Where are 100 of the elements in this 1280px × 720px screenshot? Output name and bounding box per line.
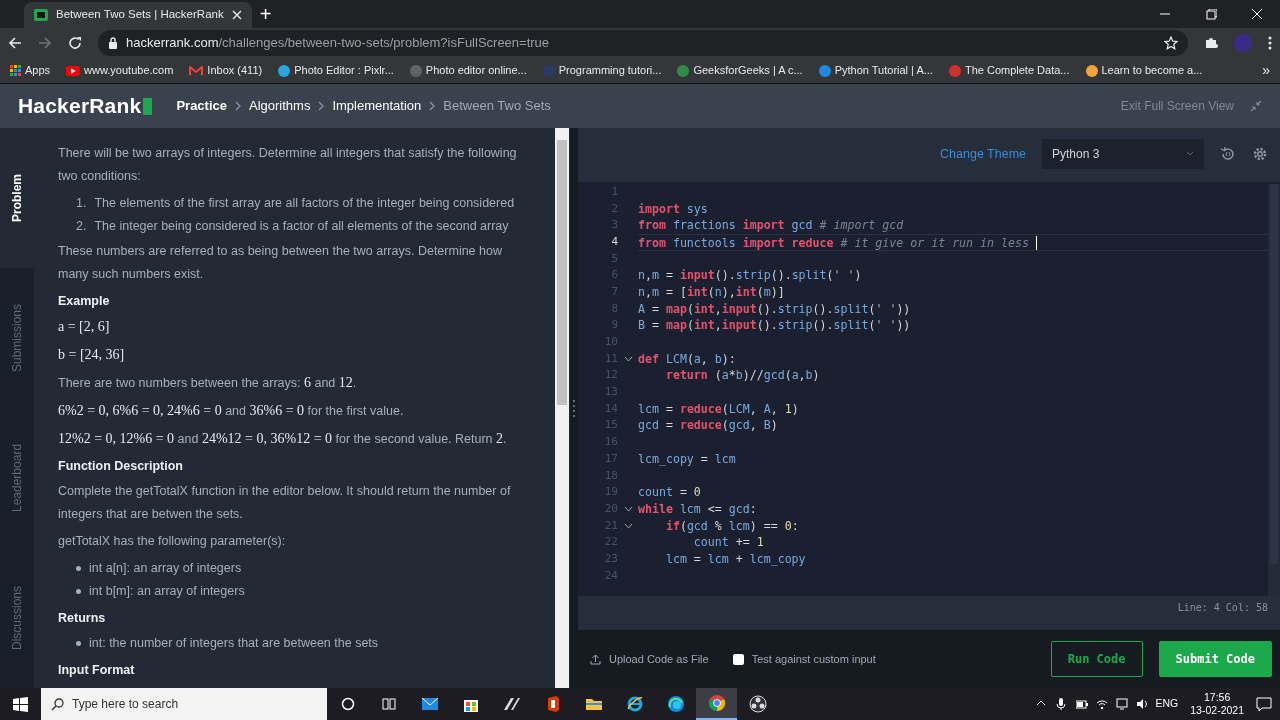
history-icon[interactable] (1220, 145, 1236, 162)
restore-icon[interactable] (1205, 8, 1217, 20)
puzzle-icon[interactable] (1204, 36, 1218, 50)
checkbox[interactable] (732, 653, 744, 665)
star-icon[interactable] (1164, 36, 1178, 50)
code-line: from functools import reduce # it give or it run in less (638, 233, 1268, 251)
grip-icon (572, 398, 576, 418)
task-view-icon[interactable] (381, 697, 396, 711)
speaker-icon[interactable] (1135, 698, 1148, 710)
code-line: from fractions import gcd # import gcd (638, 217, 905, 234)
battery-icon[interactable] (1075, 698, 1088, 710)
scrollbar[interactable] (555, 128, 569, 688)
paragraph: There will be two arrays of integers. Determine all integers that satisfy the following two conditions: (58, 145, 518, 185)
address-bar[interactable]: hackerrank.com/challenges/between-two-sets/problem?isFullScreen=true (98, 30, 1188, 56)
code-line: gcd = reduce(gcd, B) (638, 417, 779, 435)
bookmark-link[interactable]: Apps (10, 62, 51, 79)
language-indicator[interactable]: ENG (1155, 696, 1179, 712)
language-select[interactable]: Python 3 (1042, 138, 1204, 169)
text-cursor (1035, 236, 1037, 251)
reload-icon[interactable] (68, 36, 82, 50)
microphone-icon[interactable] (1055, 698, 1068, 710)
bookmark-link[interactable]: Learn to become a... (1085, 62, 1203, 79)
cursor-position: Line: 4 Col: 58 (1176, 600, 1269, 615)
paragraph: 12%2 = 0, 12%6 = 0 and 24%12 = 0, 36%12 = 0 for the second value. Return 2. (58, 430, 508, 448)
paragraph: a = [2, 6] (58, 318, 111, 336)
caret-icon (1186, 151, 1194, 157)
breadcrumb-link[interactable]: Practice (176, 96, 227, 116)
resize-handle[interactable] (570, 128, 578, 688)
search-icon (51, 697, 64, 711)
bullet-icon (76, 641, 81, 646)
chevron-icon (318, 101, 325, 111)
chrome-icon (707, 694, 726, 712)
windows-icon[interactable] (13, 696, 28, 712)
section-heading: Returns (58, 610, 107, 627)
bookmark-link[interactable]: Programming tutori... (542, 62, 662, 79)
bookmark-link[interactable]: GeeksforGeeks | A c... (677, 62, 803, 79)
clock[interactable]: 17:56 13-02-2021 (1186, 691, 1248, 717)
list-item: int: the number of integers that are between the sets (89, 635, 379, 652)
paragraph: Complete the getTotalX function in the editor below. It should return the number of integers that are betwen the sets. (58, 483, 512, 523)
chevron-icon (429, 101, 436, 111)
notification-icon[interactable] (1256, 696, 1272, 712)
section-heading: Function Description (58, 458, 184, 475)
paragraph: There are two numbers between the arrays: 6 and 12. (58, 374, 358, 392)
back-icon[interactable] (8, 36, 22, 50)
code-line: lcm = lcm + lcm_copy (664, 550, 807, 568)
change-theme-link[interactable]: Change Theme (940, 144, 1026, 164)
list-number: 1. (76, 195, 87, 212)
new-tab-button[interactable]: + (259, 4, 272, 24)
list-item: The integer being considered is a factor of all elements of the second array (94, 218, 509, 235)
fold-icon[interactable] (623, 506, 633, 513)
wifi-icon[interactable] (1095, 698, 1108, 710)
bookmark-link[interactable]: Inbox (411) (189, 62, 263, 79)
section-heading: Example (58, 293, 111, 310)
code-line: return (a*b)//gcd(a,b) (664, 367, 821, 385)
list-item: The elements of the first array are all factors of the integer being considered (94, 195, 515, 212)
site-favicon-icon (34, 8, 48, 22)
circle-icon[interactable] (340, 697, 355, 711)
bookmark-link[interactable]: The Complete Data... (948, 62, 1070, 79)
recorder-icon (748, 695, 767, 713)
run-code-button[interactable]: Run Code (1050, 641, 1143, 678)
settings-icon[interactable] (1252, 145, 1268, 162)
paragraph: b = [24, 36] (58, 346, 126, 364)
code-line: A = map(int,input().strip().split(' ')) (638, 300, 912, 318)
browser-tab[interactable]: Between Two Sets | HackerRank (24, 2, 252, 28)
breadcrumb-link[interactable]: Implementation (332, 96, 422, 116)
breadcrumb-link[interactable]: Algorithms (249, 96, 311, 116)
fold-icon[interactable] (623, 356, 633, 363)
url-text: hackerrank.com/challenges/between-two-sets/problem?isFullScreen=true (126, 34, 550, 53)
taskbar-app[interactable] (696, 688, 737, 720)
list-number: 2. (76, 218, 87, 235)
code-line: B = map(int,input().strip().split(' ')) (638, 317, 912, 334)
code-line: lcm_copy = lcm (638, 450, 737, 468)
forward-icon[interactable] (38, 36, 52, 50)
bookmark-link[interactable]: Photo Editor : Pixlr... (278, 62, 394, 79)
upload-link[interactable]: Upload Code as File (590, 650, 709, 668)
paragraph: 6%2 = 0, 6%6 = 0, 24%6 = 0 and 36%6 = 0 for the first value. (58, 402, 405, 420)
code-line: n,m = input().strip().split(' ') (638, 267, 863, 284)
section-heading: Input Format (58, 662, 136, 679)
line-number: 4 (610, 233, 618, 250)
search-field[interactable]: Type here to search (41, 688, 327, 720)
collapse-icon[interactable] (1250, 100, 1262, 112)
code-line: def LCM(a, b): (638, 350, 737, 368)
bookmark-link[interactable]: www.youtube.com (66, 62, 174, 79)
more-bookmarks-button[interactable]: » (1262, 60, 1270, 81)
apps-icon (10, 65, 21, 76)
lock-icon (108, 37, 118, 49)
display-icon[interactable] (1115, 698, 1128, 710)
bullet-icon (76, 589, 81, 594)
fold-icon[interactable] (623, 522, 633, 529)
menu-icon[interactable] (1268, 36, 1272, 50)
bookmark-link[interactable]: Python Tutorial | A... (818, 62, 933, 79)
close-icon[interactable] (231, 10, 242, 20)
logo[interactable]: HackerRank (18, 90, 153, 122)
list-item: int a[n]: an array of integers (89, 560, 242, 577)
side-tab[interactable]: Problem (0, 128, 34, 268)
edge-icon (666, 695, 685, 713)
bookmark-link[interactable]: Photo editor online... (409, 62, 527, 79)
bullet-icon (76, 566, 81, 571)
code-line: while lcm <= gcd: (638, 500, 758, 518)
checkbox-label[interactable]: Test against custom input (751, 650, 876, 668)
